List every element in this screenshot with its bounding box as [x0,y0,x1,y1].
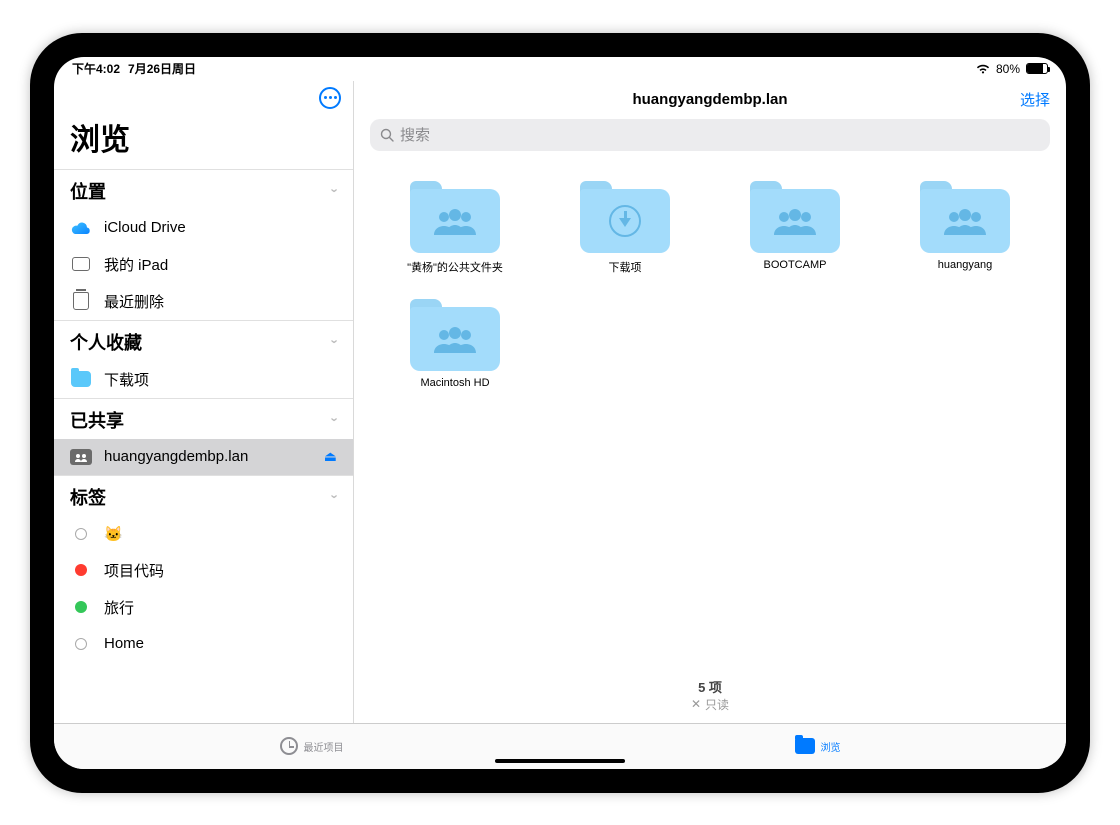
tag-dot-icon [75,528,87,540]
lock-icon: ✕ [691,697,701,711]
search-icon [380,128,394,142]
ipad-icon [70,257,92,271]
ipad-frame: 下午4:02 7月26日周日 80% 浏览 位置 [30,33,1090,793]
home-indicator[interactable] [495,759,625,763]
search-input[interactable]: 搜索 [370,119,1050,151]
server-icon [70,449,92,465]
folder-item[interactable]: Macintosh HD [378,299,532,389]
file-grid: "黄杨"的公共文件夹 下载项 BOOTCAMP huangyang [354,161,1066,671]
wifi-icon [976,64,990,74]
folder-icon [795,738,815,754]
tag-dot-icon [75,564,87,576]
shared-folder-icon [432,207,478,235]
section-shared-header[interactable]: 已共享 › [54,398,353,439]
section-locations-header[interactable]: 位置 › [54,169,353,210]
battery-icon [1026,63,1048,74]
search-placeholder: 搜索 [400,124,430,145]
folder-item[interactable]: huangyang [888,181,1042,275]
section-tags-header[interactable]: 标签 › [54,475,353,516]
chevron-down-icon: › [327,339,342,343]
folder-item[interactable]: BOOTCAMP [718,181,872,275]
browse-title: 浏览 [54,109,353,169]
sidebar-item-trash[interactable]: 最近删除 [54,283,353,320]
tab-browse[interactable]: 浏览 [795,738,841,754]
cloud-icon [70,221,92,235]
shared-folder-icon [432,325,478,353]
status-date: 7月26日周日 [128,60,196,77]
sidebar-item-ipad[interactable]: 我的 iPad [54,246,353,283]
sidebar-tag-1[interactable]: 项目代码 [54,552,353,589]
download-folder-icon [609,205,641,237]
sidebar-tag-2[interactable]: 旅行 [54,589,353,626]
tag-dot-icon [75,601,87,613]
page-title: huangyangdembp.lan [354,91,1066,108]
more-button[interactable] [319,87,341,109]
sidebar-item-downloads[interactable]: 下载项 [54,361,353,398]
sidebar-item-server[interactable]: huangyangdembp.lan ⏏ [54,439,353,475]
folder-item[interactable]: 下载项 [548,181,702,275]
sidebar-tag-0[interactable]: 🐱 [54,516,353,552]
shared-folder-icon [942,207,988,235]
main-panel: huangyangdembp.lan 选择 搜索 "黄杨"的公共文件夹 下载项 [354,81,1066,723]
footer-status: 5 项 ✕只读 [354,671,1066,723]
section-favorites-header[interactable]: 个人收藏 › [54,320,353,361]
select-button[interactable]: 选择 [1020,89,1050,110]
tag-dot-icon [75,638,87,650]
chevron-down-icon: › [327,417,342,421]
battery-percent: 80% [996,62,1020,76]
folder-icon [70,371,92,387]
shared-folder-icon [772,207,818,235]
sidebar-tag-3[interactable]: Home [54,626,353,662]
trash-icon [70,292,92,310]
sidebar: 浏览 位置 › iCloud Drive 我的 iPad 最近删除 [54,81,354,723]
tab-recent[interactable]: 最近项目 [280,737,344,755]
chevron-down-icon: › [327,494,342,498]
eject-icon[interactable]: ⏏ [324,448,337,465]
folder-item[interactable]: "黄杨"的公共文件夹 [378,181,532,275]
status-time: 下午4:02 [72,60,120,77]
sidebar-item-icloud[interactable]: iCloud Drive [54,210,353,246]
screen: 下午4:02 7月26日周日 80% 浏览 位置 [54,57,1066,769]
clock-icon [280,737,298,755]
chevron-down-icon: › [327,188,342,192]
status-bar: 下午4:02 7月26日周日 80% [54,57,1066,81]
